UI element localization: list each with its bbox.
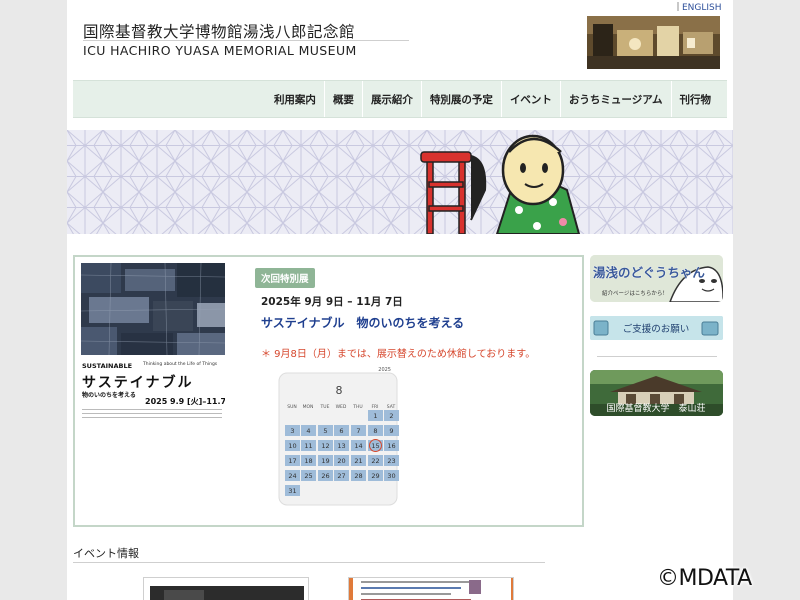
calendar-day-number: 11 (304, 442, 312, 450)
calendar-day-number: 23 (387, 457, 395, 465)
next-exhibition-tag: 次回特別展 (255, 268, 315, 288)
sidebar-divider (597, 356, 717, 357)
calendar-month: 8 (336, 384, 343, 397)
calendar-day-number: 27 (337, 472, 345, 480)
doguchan-banner-title: 湯浅のどぐうちゃん (593, 265, 705, 280)
calendar-day-number: 9 (389, 427, 393, 435)
calendar-day-number: 1 (373, 412, 377, 420)
calendar-day-number: 15 (371, 442, 379, 450)
english-link-label: ENGLISH (682, 3, 722, 13)
calendar-day-number: 17 (288, 457, 296, 465)
calendar-day-number: 7 (356, 427, 360, 435)
calendar-day-number: 10 (288, 442, 296, 450)
calendar-day-number: 14 (354, 442, 362, 450)
poster-title-ja: サステイナブル (82, 375, 194, 391)
calendar-day-number: 25 (304, 472, 312, 480)
poster-subtitle-ja: 物のいのちを考える (82, 392, 136, 399)
calendar-day-number: 8 (373, 427, 377, 435)
calendar-day-number: 22 (371, 457, 379, 465)
exhibition-dates: 2025年 9月 9日 – 11月 7日 (261, 296, 403, 308)
calendar-day-number: 2 (389, 412, 393, 420)
title-divider (83, 40, 409, 41)
calendar-day-number: 19 (321, 457, 329, 465)
taizanso-banner[interactable]: 国際基督教大学 泰山荘 (590, 370, 723, 416)
calendar-weekday: TUE (320, 404, 330, 410)
copyright-watermark: ©MDATA (657, 566, 752, 591)
calendar-day-number: 29 (371, 472, 379, 480)
nav-item-guide[interactable]: 利用案内 (266, 81, 324, 117)
closure-calendar: 2025 8 SUN MON TUE WED THU FRI SAT 1 2 3 4 5 6 7 8 9 10 11 1… (271, 365, 401, 507)
doguchan-banner-sub: 紹介ページはこちらから！ (602, 289, 668, 297)
calendar-weekday: WED (336, 404, 347, 410)
poster-subtitle-en: Thinking about the Life of Things (143, 362, 218, 367)
donation-banner-label: ご支援のお願い (623, 323, 690, 335)
nav-item-special-schedule[interactable]: 特別展の予定 (420, 81, 501, 117)
events-section-title: イベント情報 (73, 547, 139, 560)
event-thumbnail[interactable] (143, 577, 309, 600)
nav-item-home-museum[interactable]: おうちミュージアム (559, 81, 671, 117)
events-divider (73, 562, 545, 563)
calendar-day-number: 30 (387, 472, 395, 480)
calendar-day-number: 31 (288, 487, 296, 495)
calendar-day-number: 28 (354, 472, 362, 480)
donation-banner[interactable]: ご支援のお願い (590, 316, 723, 340)
calendar-day-number: 5 (323, 427, 327, 435)
site-title-en[interactable]: ICU HACHIRO YUASA MEMORIAL MUSEUM (83, 43, 357, 58)
calendar-day-number: 18 (304, 457, 312, 465)
english-link[interactable]: ENGLISH (677, 2, 722, 13)
calendar-day-number: 13 (337, 442, 345, 450)
poster-textile-image (81, 263, 225, 355)
closure-notice: ＊ 9月8日（月）までは、展示替えのため休館しております。 (261, 349, 536, 360)
calendar-day-number: 12 (321, 442, 329, 450)
exhibition-title-link[interactable]: サステイナブル 物のいのちを考える (261, 314, 464, 331)
hero-banner (67, 130, 733, 234)
taizanso-banner-label: 国際基督教大学 泰山荘 (606, 402, 705, 414)
calendar-day-number: 6 (339, 427, 343, 435)
doguchan-banner[interactable]: 湯浅のどぐうちゃん 紹介ページはこちらから！ (590, 255, 723, 302)
calendar-weekday: MON (303, 404, 314, 410)
poster-fine-print (82, 406, 222, 424)
calendar-day-number: 24 (288, 472, 296, 480)
calendar-day-number: 4 (306, 427, 310, 435)
nav-item-publications[interactable]: 刊行物 (670, 81, 720, 117)
english-link-marker (677, 2, 679, 11)
calendar-day-number: 3 (290, 427, 294, 435)
event-thumbnail[interactable] (348, 577, 514, 600)
header-museum-photo (587, 16, 720, 69)
calendar-weekday: SUN (287, 404, 297, 410)
poster-title-en: SUSTAINABLE (82, 362, 133, 370)
main-nav: 利用案内 概要 展示紹介 特別展の予定 イベント おうちミュージアム 刊行物 (73, 80, 727, 118)
calendar-weekday: SAT (387, 404, 396, 410)
calendar-day-number: 21 (354, 457, 362, 465)
site-title-ja[interactable]: 国際基督教大学博物館湯浅八郎記念館 (83, 20, 355, 42)
calendar-day-number: 26 (321, 472, 329, 480)
page: 国際基督教大学博物館湯浅八郎記念館 ICU HACHIRO YUASA MEMO… (67, 0, 733, 600)
calendar-weekday: FRI (371, 404, 378, 410)
exhibition-card: SUSTAINABLE Thinking about the Life of T… (73, 255, 584, 527)
calendar-weekday: THU (352, 404, 362, 410)
calendar-year: 2025 (378, 367, 391, 373)
calendar-day-number: 16 (387, 442, 395, 450)
calendar-day-number: 20 (337, 457, 345, 465)
exhibition-poster[interactable]: SUSTAINABLE Thinking about the Life of T… (81, 263, 225, 425)
nav-item-exhibits[interactable]: 展示紹介 (361, 81, 421, 117)
nav-item-about[interactable]: 概要 (323, 81, 362, 117)
nav-item-events[interactable]: イベント (500, 81, 560, 117)
